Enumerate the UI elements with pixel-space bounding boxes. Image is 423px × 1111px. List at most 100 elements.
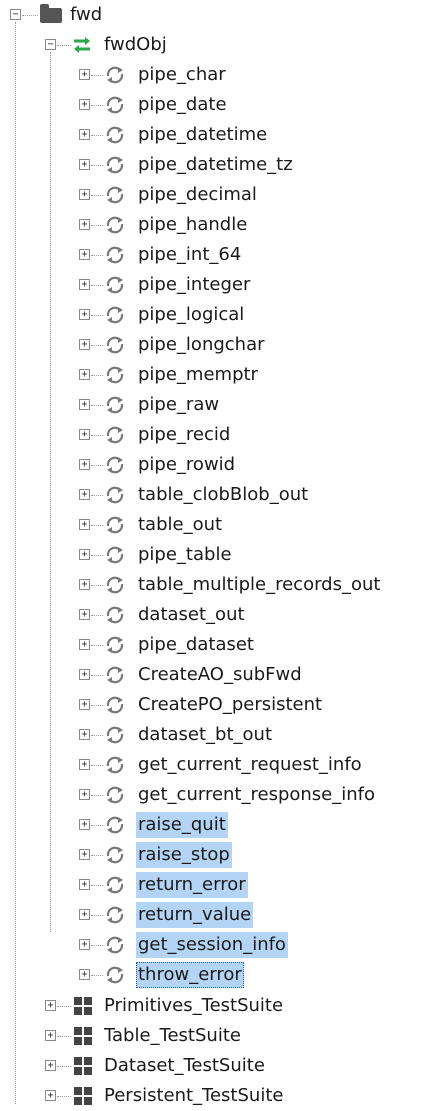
expand-toggle[interactable]: + [79, 549, 90, 560]
tree-item[interactable]: + table_multiple_records_out [0, 570, 423, 600]
refresh-circle-icon [104, 214, 126, 236]
refresh-circle-icon [104, 514, 126, 536]
tree-item[interactable]: + dataset_out [0, 600, 423, 630]
tree-connector [91, 705, 103, 706]
expand-toggle[interactable]: + [79, 909, 90, 920]
refresh-circle-icon [104, 94, 126, 116]
expand-toggle[interactable]: + [79, 369, 90, 380]
tree-item[interactable]: + raise_quit [0, 810, 423, 840]
expand-toggle[interactable]: + [79, 669, 90, 680]
tree-connector [91, 675, 103, 676]
expand-toggle[interactable]: + [79, 129, 90, 140]
expand-toggle[interactable]: + [79, 489, 90, 500]
expand-toggle[interactable]: + [79, 249, 90, 260]
tree-item[interactable]: + throw_error [0, 960, 423, 990]
tree-item[interactable]: + CreateAO_subFwd [0, 660, 423, 690]
expand-toggle[interactable]: + [79, 939, 90, 950]
tree-item-label: pipe_dataset [138, 634, 254, 655]
tree-item[interactable]: + pipe_recid [0, 420, 423, 450]
tree-item[interactable]: + CreatePO_persistent [0, 690, 423, 720]
expand-toggle[interactable]: + [45, 1090, 56, 1101]
tree-connector [91, 135, 103, 136]
tree-connector [91, 225, 103, 226]
tree-item-label: dataset_out [138, 604, 245, 625]
expand-toggle[interactable]: + [79, 819, 90, 830]
tree-node-fwdobj[interactable]: − fwdObj [0, 30, 423, 60]
collapse-toggle[interactable]: − [10, 9, 21, 20]
tree-item-label: pipe_int_64 [138, 244, 242, 265]
tree-node-test-suite[interactable]: + Dataset_TestSuite [0, 1051, 423, 1081]
expand-toggle[interactable]: + [45, 1060, 56, 1071]
expand-toggle[interactable]: + [79, 579, 90, 590]
tree-connector [91, 375, 103, 376]
project-tree[interactable]: − fwd − fwdObj + pipe_char + pipe_date + pipe… [0, 0, 423, 1111]
collapse-toggle[interactable]: − [45, 39, 56, 50]
tree-node-test-suite[interactable]: + Persistent_TestSuite [0, 1081, 423, 1111]
refresh-circle-icon [104, 844, 126, 866]
tree-item[interactable]: + pipe_char [0, 60, 423, 90]
tree-item-label: table_multiple_records_out [138, 574, 381, 595]
refresh-circle-icon [104, 184, 126, 206]
tree-node-test-suite[interactable]: + Primitives_TestSuite [0, 991, 423, 1021]
expand-toggle[interactable]: + [79, 279, 90, 290]
tree-item[interactable]: + pipe_raw [0, 390, 423, 420]
tree-item[interactable]: + pipe_table [0, 540, 423, 570]
tree-node-test-suite[interactable]: + Table_TestSuite [0, 1021, 423, 1051]
expand-toggle[interactable]: + [79, 159, 90, 170]
expand-toggle[interactable]: + [79, 609, 90, 620]
tree-item[interactable]: + raise_stop [0, 840, 423, 870]
tree-item-label: pipe_logical [138, 304, 245, 325]
tree-item[interactable]: + table_out [0, 510, 423, 540]
expand-toggle[interactable]: + [79, 219, 90, 230]
expand-toggle[interactable]: + [45, 1030, 56, 1041]
expand-toggle[interactable]: + [79, 759, 90, 770]
tree-item-label: pipe_datetime_tz [138, 154, 293, 175]
tree-item-label: table_out [138, 514, 223, 535]
expand-toggle[interactable]: + [79, 789, 90, 800]
grid-icon [72, 995, 94, 1017]
tree-item[interactable]: + get_current_response_info [0, 780, 423, 810]
tree-item[interactable]: + return_value [0, 900, 423, 930]
expand-toggle[interactable]: + [79, 519, 90, 530]
tree-item[interactable]: + pipe_handle [0, 210, 423, 240]
expand-toggle[interactable]: + [79, 459, 90, 470]
expand-toggle[interactable]: + [79, 339, 90, 350]
tree-item[interactable]: + return_error [0, 870, 423, 900]
expand-toggle[interactable]: + [79, 309, 90, 320]
tree-item[interactable]: + pipe_rowid [0, 450, 423, 480]
tree-item[interactable]: + pipe_dataset [0, 630, 423, 660]
expand-toggle[interactable]: + [79, 639, 90, 650]
expand-toggle[interactable]: + [79, 189, 90, 200]
tree-item[interactable]: + pipe_datetime [0, 120, 423, 150]
expand-toggle[interactable]: + [79, 399, 90, 410]
tree-item-label: return_value [136, 902, 254, 928]
tree-item[interactable]: + pipe_int_64 [0, 240, 423, 270]
expand-toggle[interactable]: + [79, 699, 90, 710]
tree-item[interactable]: + pipe_integer [0, 270, 423, 300]
sync-arrows-icon [71, 34, 93, 56]
tree-item[interactable]: + pipe_logical [0, 300, 423, 330]
refresh-circle-icon [104, 334, 126, 356]
tree-node-label: fwdObj [104, 34, 167, 55]
tree-item[interactable]: + pipe_decimal [0, 180, 423, 210]
refresh-circle-icon [104, 754, 126, 776]
tree-item-label: return_error [136, 872, 248, 898]
tree-item[interactable]: + table_clobBlob_out [0, 480, 423, 510]
expand-toggle[interactable]: + [79, 849, 90, 860]
tree-item[interactable]: + get_session_info [0, 930, 423, 960]
expand-toggle[interactable]: + [79, 429, 90, 440]
expand-toggle[interactable]: + [79, 729, 90, 740]
expand-toggle[interactable]: + [45, 1000, 56, 1011]
expand-toggle[interactable]: + [79, 879, 90, 890]
expand-toggle[interactable]: + [79, 99, 90, 110]
tree-node-label: Dataset_TestSuite [104, 1055, 265, 1076]
tree-node-fwd[interactable]: − fwd [0, 0, 423, 30]
tree-item[interactable]: + get_current_request_info [0, 750, 423, 780]
tree-item[interactable]: + dataset_bt_out [0, 720, 423, 750]
tree-item[interactable]: + pipe_datetime_tz [0, 150, 423, 180]
expand-toggle[interactable]: + [79, 969, 90, 980]
tree-item[interactable]: + pipe_date [0, 90, 423, 120]
tree-item[interactable]: + pipe_memptr [0, 360, 423, 390]
tree-item[interactable]: + pipe_longchar [0, 330, 423, 360]
expand-toggle[interactable]: + [79, 69, 90, 80]
